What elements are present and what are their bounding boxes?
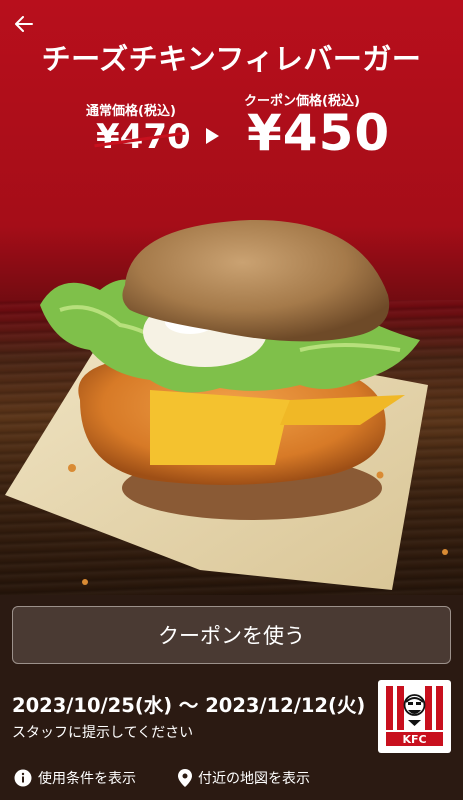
back-button[interactable] xyxy=(12,12,36,36)
coupon-hero-image: チーズチキンフィレバーガー 通常価格(税込) ¥470 クーポン価格(税込) ¥… xyxy=(0,0,463,595)
kfc-logo: KFC xyxy=(378,680,451,753)
svg-text:KFC: KFC xyxy=(402,733,426,746)
show-staff-notice: スタッフに提示してください xyxy=(12,725,194,741)
terms-label: 使用条件を表示 xyxy=(38,771,136,787)
burger-photo xyxy=(5,219,448,590)
validity-dates: 2023/10/25(水) 〜 2023/12/12(火) xyxy=(12,694,366,717)
cheese-slice xyxy=(150,390,290,465)
arrow-left-icon xyxy=(15,16,33,32)
product-title: チーズチキンフィレバーガー xyxy=(41,42,422,76)
price-arrow-icon xyxy=(206,128,219,144)
map-pin-icon xyxy=(178,769,192,787)
terms-link[interactable]: 使用条件を表示 xyxy=(14,768,136,788)
nearby-map-link[interactable]: 付近の地図を表示 xyxy=(178,768,310,788)
use-coupon-button[interactable]: クーポンを使う xyxy=(12,606,451,664)
map-label: 付近の地図を表示 xyxy=(198,771,310,787)
info-icon xyxy=(14,769,32,787)
coupon-price: ¥450 xyxy=(247,104,391,162)
